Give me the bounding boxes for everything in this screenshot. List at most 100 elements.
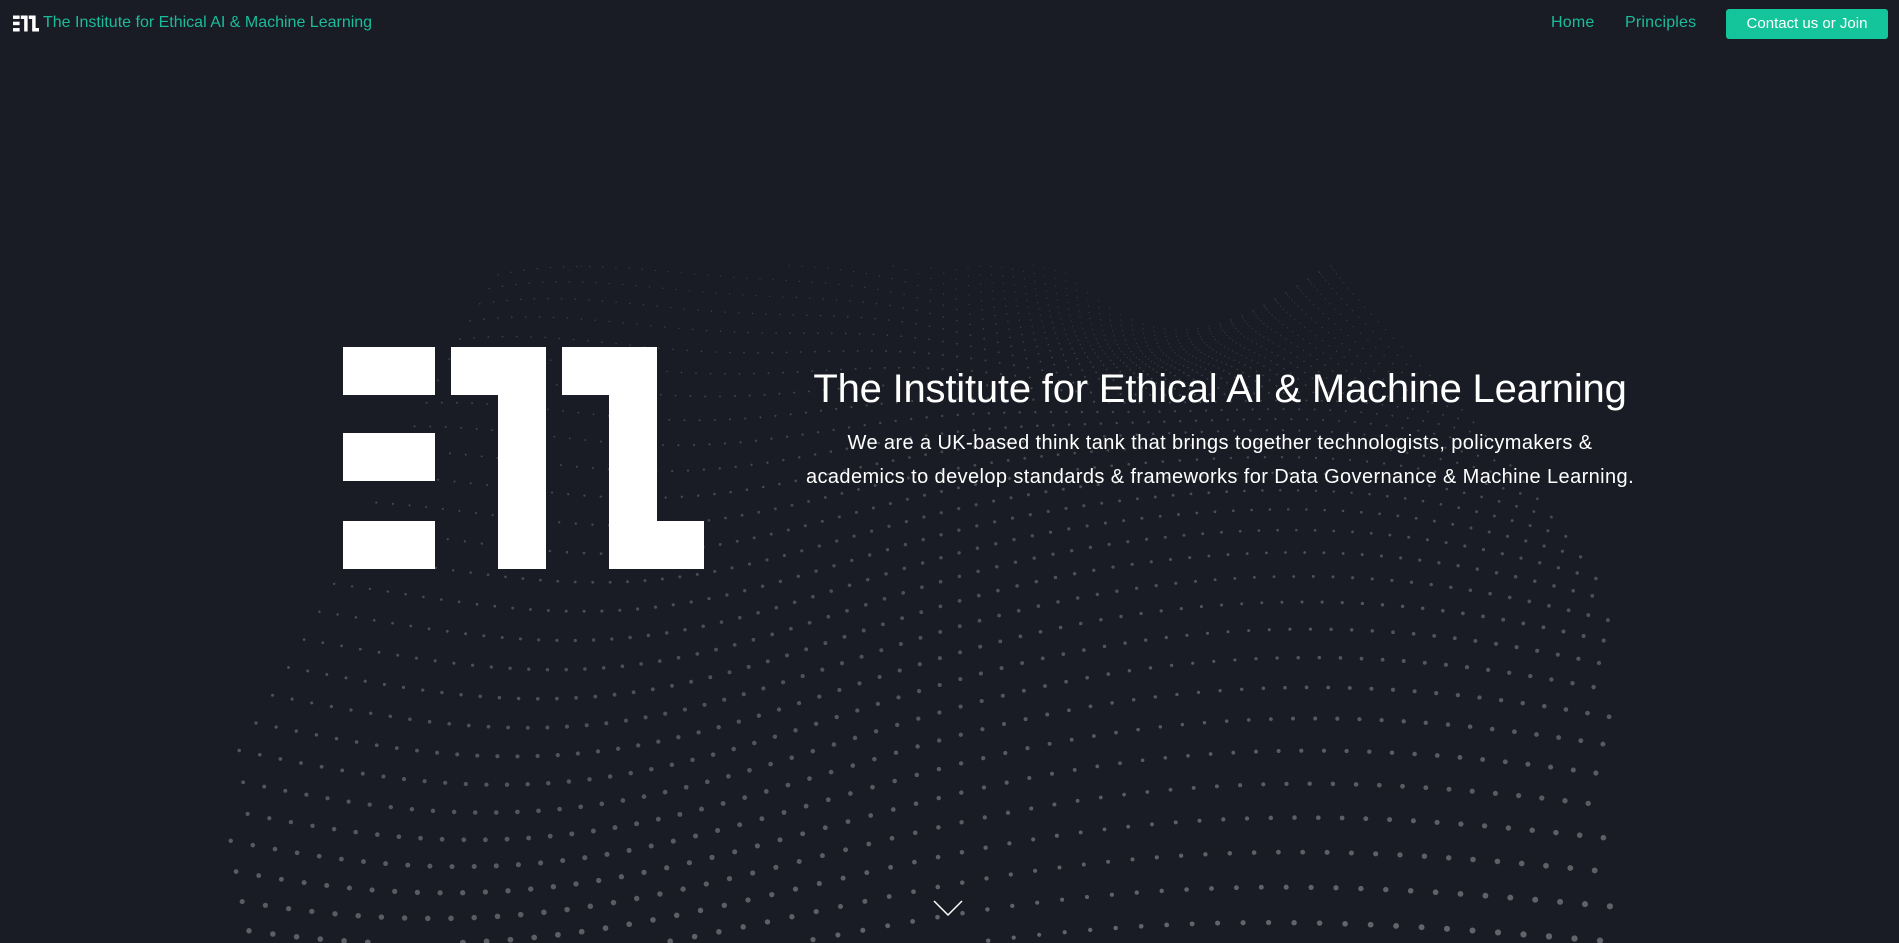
particle-dot: [837, 903, 844, 910]
particle-dot: [1566, 608, 1571, 613]
particle-dot: [1248, 325, 1251, 327]
particle-dot: [1316, 322, 1318, 324]
particle-dot: [751, 312, 754, 315]
brand-link[interactable]: The Institute for Ethical AI & Machine L…: [13, 13, 372, 33]
particle-dot: [500, 635, 504, 640]
particle-dot: [1247, 338, 1249, 340]
particle-dot: [740, 513, 744, 517]
particle-dot: [301, 880, 307, 886]
particle-dot: [1501, 617, 1506, 622]
particle-dot: [1012, 537, 1016, 542]
particle-dot: [1432, 519, 1436, 523]
particle-dot: [1043, 267, 1045, 269]
particle-dot: [768, 761, 773, 767]
particle-dot: [1051, 321, 1053, 324]
particle-dot: [1177, 513, 1180, 516]
particle-dot: [1226, 418, 1229, 421]
particle-dot: [982, 327, 985, 330]
particle-dot: [1339, 815, 1345, 821]
particle-dot: [1036, 345, 1038, 348]
particle-dot: [872, 333, 875, 336]
particle-dot: [634, 821, 640, 827]
particle-dot: [969, 323, 971, 326]
particle-dot: [1083, 422, 1087, 426]
particle-dot: [1529, 827, 1535, 833]
particle-dot: [892, 778, 897, 784]
nav-link-home[interactable]: Home: [1551, 13, 1594, 33]
particle-dot: [1570, 680, 1575, 686]
particle-dot: [742, 795, 748, 801]
particle-dot: [587, 903, 594, 910]
particle-dot: [254, 721, 258, 725]
particle-dot: [1197, 330, 1199, 332]
particle-dot: [850, 558, 854, 563]
particle-dot: [1346, 319, 1348, 321]
particle-dot: [459, 692, 463, 697]
particle-dot: [653, 605, 658, 609]
contact-join-button[interactable]: Contact us or Join: [1726, 9, 1888, 39]
particle-dot: [1087, 298, 1089, 300]
particle-dot: [720, 275, 722, 277]
particle-dot: [1331, 287, 1333, 290]
particle-dot: [750, 870, 756, 876]
particle-dot: [452, 661, 456, 665]
particle-dot: [283, 788, 288, 793]
particle-dot: [979, 698, 984, 704]
particle-dot: [262, 784, 267, 789]
particle-dot: [1562, 798, 1568, 804]
particle-dot: [755, 295, 757, 297]
particle-dot: [334, 736, 339, 741]
particle-dot: [656, 305, 658, 307]
particle-dot: [1062, 354, 1065, 356]
particle-dot: [693, 273, 696, 275]
particle-dot: [1102, 827, 1107, 832]
particle-dot: [1181, 345, 1183, 348]
particle-dot: [1093, 333, 1095, 336]
particle-dot: [1188, 338, 1190, 340]
particle-dot: [664, 865, 670, 871]
particle-dot: [564, 906, 570, 913]
particle-dot: [1023, 278, 1025, 280]
particle-dot: [1037, 301, 1039, 304]
particle-dot: [629, 344, 632, 346]
particle-dot: [1487, 530, 1491, 534]
chevron-down-icon[interactable]: [932, 898, 964, 918]
particle-dot: [1287, 327, 1289, 329]
particle-dot: [955, 268, 957, 271]
particle-dot: [1393, 337, 1395, 339]
particle-dot: [1179, 420, 1182, 423]
particle-dot: [1067, 708, 1071, 713]
particle-dot: [1304, 685, 1309, 690]
particle-dot: [759, 278, 761, 280]
particle-dot: [1046, 297, 1048, 299]
particle-dot: [1305, 313, 1308, 315]
particle-dot: [346, 885, 352, 891]
particle-dot: [1321, 748, 1327, 753]
nav-link-principles[interactable]: Principles: [1625, 13, 1696, 33]
particle-dot: [1303, 338, 1305, 340]
particle-dot: [646, 633, 651, 638]
particle-dot: [564, 609, 568, 613]
particle-dot: [1081, 862, 1086, 867]
particle-dot: [656, 739, 661, 744]
particle-dot: [1231, 509, 1235, 513]
particle-dot: [1154, 855, 1159, 860]
particle-dot: [1180, 722, 1185, 727]
particle-dot: [1388, 346, 1390, 348]
particle-dot: [982, 318, 984, 320]
particle-dot: [1220, 327, 1222, 329]
particle-dot: [702, 291, 704, 293]
particle-dot: [1113, 925, 1118, 931]
particle-dot: [1264, 307, 1267, 309]
particle-dot: [733, 331, 736, 333]
particle-dot: [850, 763, 856, 768]
particle-dot: [1098, 306, 1100, 308]
particle-dot: [483, 938, 490, 943]
particle-dot: [1357, 717, 1362, 722]
particle-dot: [837, 687, 842, 693]
particle-dot: [331, 826, 337, 832]
particle-dot: [1240, 687, 1244, 691]
particle-dot: [1370, 577, 1374, 581]
particle-dot: [427, 719, 432, 724]
particle-dot: [747, 767, 752, 773]
